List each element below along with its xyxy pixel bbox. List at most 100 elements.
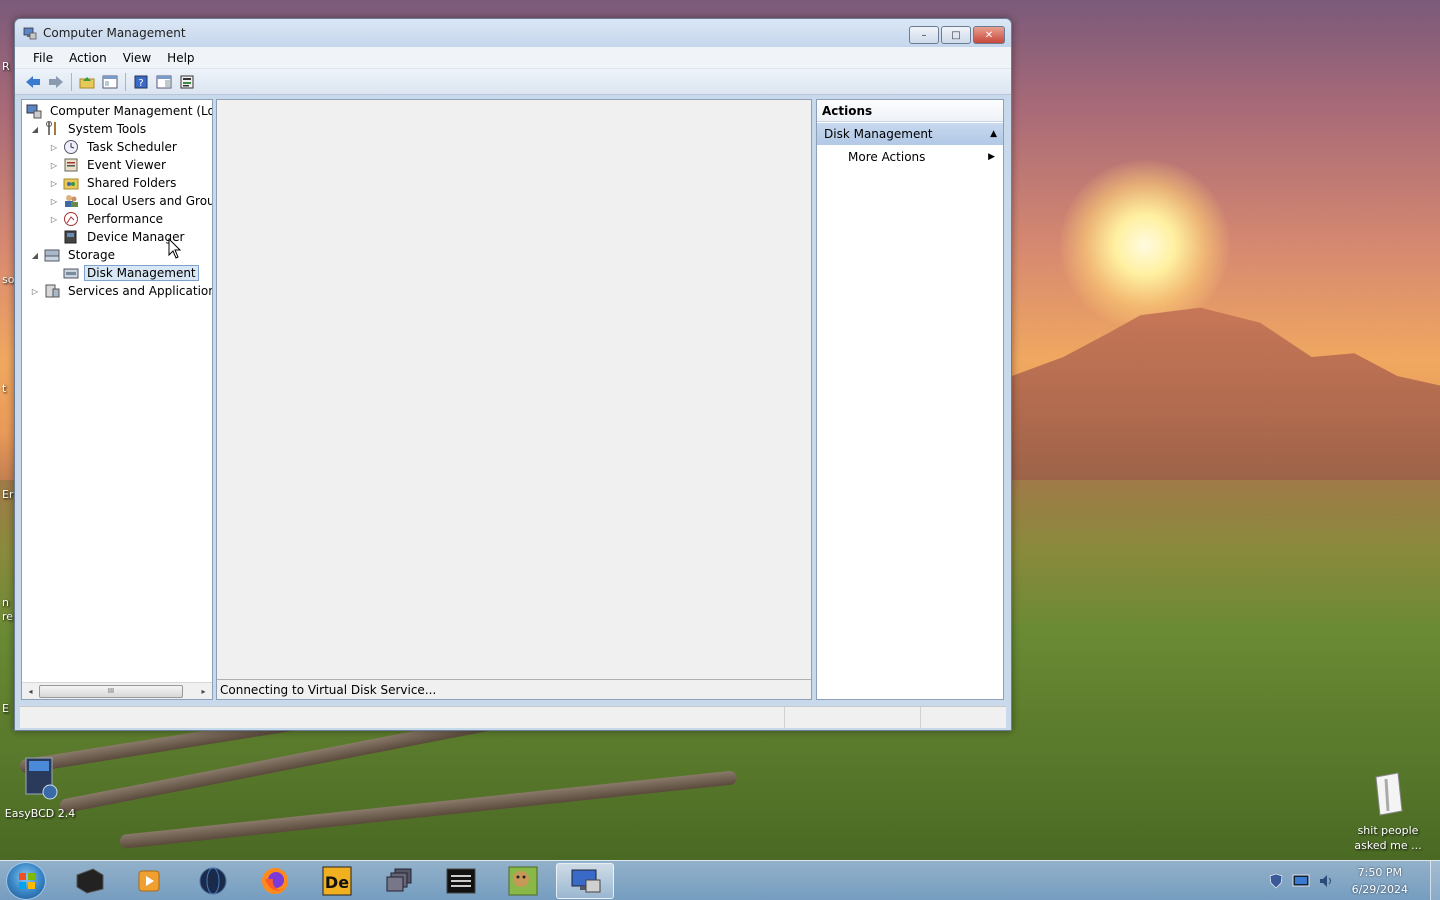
menu-action[interactable]: Action — [61, 51, 115, 65]
help-button[interactable]: ? — [131, 72, 151, 92]
desktop-icon-text-file[interactable]: shit people asked me ... — [1348, 756, 1428, 868]
expand-arrow-icon[interactable]: ▷ — [49, 143, 59, 152]
title-bar[interactable]: Computer Management – □ ✕ — [15, 19, 1011, 47]
tree-item-services-applications[interactable]: ▷ Services and Applications — [30, 282, 213, 300]
close-button[interactable]: ✕ — [973, 26, 1005, 44]
desktop-icon-label: EasyBCD 2.4 — [4, 807, 76, 820]
easybcd-icon — [25, 757, 58, 800]
tree-item-performance[interactable]: ▷ Performance — [49, 210, 166, 228]
volume-icon[interactable] — [1318, 873, 1334, 889]
show-hide-console-tree-button[interactable] — [100, 72, 120, 92]
status-bar — [20, 706, 1006, 728]
computer-management-icon — [23, 27, 37, 40]
tree-item-label: Storage — [68, 248, 115, 262]
collapse-arrow-icon[interactable]: ◢ — [30, 251, 40, 260]
expand-arrow-icon[interactable]: ▷ — [30, 287, 40, 296]
scroll-left-icon[interactable]: ◂ — [22, 687, 39, 696]
system-tools-icon — [44, 121, 60, 137]
desktop-edge-text: n — [2, 596, 9, 609]
scrollbar-thumb[interactable]: III — [39, 684, 183, 698]
expand-arrow-icon[interactable]: ▷ — [49, 179, 59, 188]
computer-management-window[interactable]: Computer Management – □ ✕ File Action Vi… — [14, 18, 1012, 731]
minimize-button[interactable]: – — [909, 26, 939, 44]
show-action-pane-button[interactable] — [154, 72, 174, 92]
tree-item-device-manager[interactable]: Device Manager — [49, 228, 187, 246]
tree-item-computer-management[interactable]: Computer Management (Local — [26, 102, 213, 120]
properties-icon — [180, 75, 194, 88]
computer-management-app-icon — [571, 869, 601, 893]
actions-section-disk-management[interactable]: Disk Management ▲ — [817, 123, 1003, 145]
taskbar-app-terminal[interactable] — [60, 863, 118, 899]
tree-item-local-users-groups[interactable]: ▷ Local Users and Groups — [49, 192, 212, 210]
collapse-section-icon[interactable]: ▲ — [990, 129, 997, 139]
client-area: Computer Management (Local ◢ System Tool… — [20, 99, 1006, 702]
taskbar-app-computer-management[interactable] — [556, 863, 614, 899]
show-action-pane-icon — [156, 75, 172, 88]
back-button[interactable] — [23, 72, 43, 92]
svg-text:?: ? — [138, 78, 143, 89]
taskbar-app-firefox[interactable] — [246, 863, 304, 899]
show-desktop-button[interactable] — [1430, 861, 1440, 900]
network-monitor-icon[interactable] — [1292, 873, 1310, 889]
actions-header: Actions — [817, 100, 1003, 122]
status-segment — [920, 707, 1006, 728]
performance-icon — [63, 211, 79, 227]
tree-item-disk-management[interactable]: Disk Management — [49, 264, 199, 282]
status-segment — [20, 707, 784, 728]
collapse-arrow-icon[interactable]: ◢ — [30, 125, 40, 134]
tree-item-label: Services and Applications — [68, 284, 213, 298]
forward-button[interactable] — [46, 72, 66, 92]
properties-button[interactable] — [177, 72, 197, 92]
tree-item-label: Event Viewer — [87, 158, 166, 172]
up-one-level-button[interactable] — [77, 72, 97, 92]
system-tray: 7:50 PM 6/29/2024 — [1268, 861, 1440, 900]
menu-file[interactable]: File — [25, 51, 61, 65]
browser-globe-icon — [199, 867, 227, 895]
tree-item-system-tools[interactable]: ◢ System Tools — [30, 120, 149, 138]
window-title: Computer Management — [43, 26, 186, 40]
forward-arrow-icon — [49, 75, 63, 88]
status-segment — [784, 707, 920, 728]
desktop-icon-easybcd[interactable]: EasyBCD 2.4 — [4, 756, 76, 820]
tree-horizontal-scrollbar[interactable]: ◂ III ▸ — [22, 682, 212, 699]
terminal-app-icon — [76, 868, 104, 894]
tree-item-storage[interactable]: ◢ Storage — [30, 246, 118, 264]
tree-item-label: Computer Management (Local — [50, 104, 213, 118]
clock[interactable]: 7:50 PM 6/29/2024 — [1352, 864, 1408, 898]
expand-arrow-icon[interactable]: ▷ — [49, 215, 59, 224]
taskbar-app-de[interactable]: De — [308, 863, 366, 899]
taskbar-app-browser[interactable] — [184, 863, 242, 899]
tree-item-task-scheduler[interactable]: ▷ Task Scheduler — [49, 138, 180, 156]
desktop-edge-text: so — [2, 273, 15, 286]
tree-item-label: Local Users and Groups — [87, 194, 212, 208]
shield-icon[interactable] — [1268, 873, 1284, 889]
expand-arrow-icon[interactable]: ▷ — [49, 161, 59, 170]
menu-help[interactable]: Help — [159, 51, 202, 65]
tree-item-label: Disk Management — [84, 265, 199, 281]
taskbar-app-windows-stack[interactable] — [370, 863, 428, 899]
windows-stack-icon — [386, 868, 412, 892]
maximize-button[interactable]: □ — [941, 26, 971, 44]
wallpaper-mountain — [1012, 307, 1440, 490]
toolbar-separator — [125, 72, 126, 91]
taskbar-app-console[interactable] — [432, 863, 490, 899]
toolbar: ? — [15, 69, 1011, 95]
more-actions-item[interactable]: More Actions ▶ — [817, 145, 1003, 169]
de-app-icon: De — [322, 866, 352, 896]
tree-item-event-viewer[interactable]: ▷ Event Viewer — [49, 156, 169, 174]
firefox-icon — [262, 868, 288, 894]
action-item-label: More Actions — [848, 150, 926, 164]
scroll-right-icon[interactable]: ▸ — [195, 687, 212, 696]
tree-item-shared-folders[interactable]: ▷ Shared Folders — [49, 174, 179, 192]
menu-view[interactable]: View — [115, 51, 159, 65]
text-file-icon — [1375, 772, 1403, 816]
services-applications-icon — [44, 283, 60, 299]
taskbar-app-box[interactable] — [494, 863, 552, 899]
start-button[interactable] — [6, 862, 46, 900]
device-manager-icon — [63, 229, 79, 245]
tree-item-label: System Tools — [68, 122, 147, 136]
expand-arrow-icon[interactable]: ▷ — [49, 197, 59, 206]
actions-pane: Actions Disk Management ▲ More Actions ▶ — [816, 99, 1004, 700]
result-pane[interactable]: Connecting to Virtual Disk Service... — [216, 99, 812, 700]
taskbar-app-media-player[interactable] — [120, 863, 178, 899]
